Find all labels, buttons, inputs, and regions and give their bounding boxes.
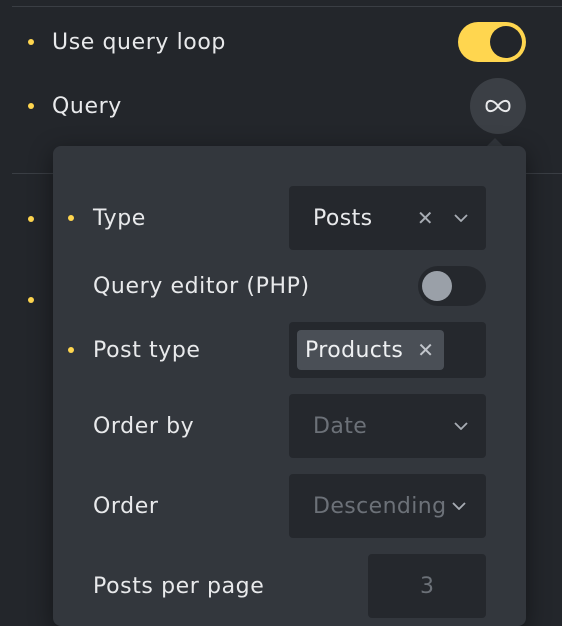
post-type-row: Post type Products ✕: [53, 318, 526, 382]
chevron-down-icon: [454, 186, 468, 250]
query-popover: Type Posts ✕ Query editor (PHP) Post typ…: [53, 146, 526, 626]
use-query-loop-row: Use query loop: [28, 22, 226, 62]
type-select[interactable]: Posts ✕: [289, 186, 486, 250]
post-type-chip: Products ✕: [297, 330, 445, 370]
query-row: Query: [28, 86, 122, 126]
order-by-placeholder: Date: [313, 413, 368, 439]
order-row: Order Descending: [53, 474, 526, 538]
changed-indicator-dot: [28, 103, 34, 109]
chevron-down-icon: [454, 394, 468, 458]
query-editor-label: Query editor (PHP): [93, 273, 310, 299]
changed-indicator-dot: [28, 297, 34, 303]
post-type-label: Post type: [93, 337, 201, 363]
posts-per-page-label: Posts per page: [93, 573, 265, 599]
infinity-icon: [485, 99, 511, 113]
remove-chip-icon[interactable]: ✕: [417, 338, 434, 362]
use-query-loop-label: Use query loop: [52, 29, 226, 55]
toggle-knob: [422, 271, 452, 301]
changed-indicator-dot: [68, 347, 74, 353]
type-label: Type: [93, 205, 146, 231]
changed-indicator-dot: [28, 39, 34, 45]
changed-indicator-dot: [68, 215, 74, 221]
type-select-value: Posts: [313, 205, 373, 231]
clear-icon[interactable]: ✕: [417, 186, 434, 250]
type-row: Type Posts ✕: [53, 186, 526, 250]
query-settings-button[interactable]: [470, 78, 526, 134]
post-type-multiselect[interactable]: Products ✕: [289, 322, 486, 378]
query-editor-toggle[interactable]: [418, 266, 486, 306]
query-label: Query: [52, 93, 122, 119]
order-by-label: Order by: [93, 413, 195, 439]
changed-indicator-dot: [28, 216, 34, 222]
panel-top-border: [12, 6, 562, 7]
order-by-row: Order by Date: [53, 394, 526, 458]
order-label: Order: [93, 493, 159, 519]
chevron-down-icon: [452, 474, 466, 538]
order-placeholder: Descending: [313, 493, 447, 519]
use-query-loop-toggle[interactable]: [458, 22, 526, 62]
toggle-knob: [490, 26, 522, 58]
posts-per-page-input[interactable]: 3: [368, 554, 486, 618]
order-select[interactable]: Descending: [289, 474, 486, 538]
chip-label: Products: [305, 337, 404, 363]
posts-per-page-row: Posts per page 3: [53, 554, 526, 618]
order-by-select[interactable]: Date: [289, 394, 486, 458]
